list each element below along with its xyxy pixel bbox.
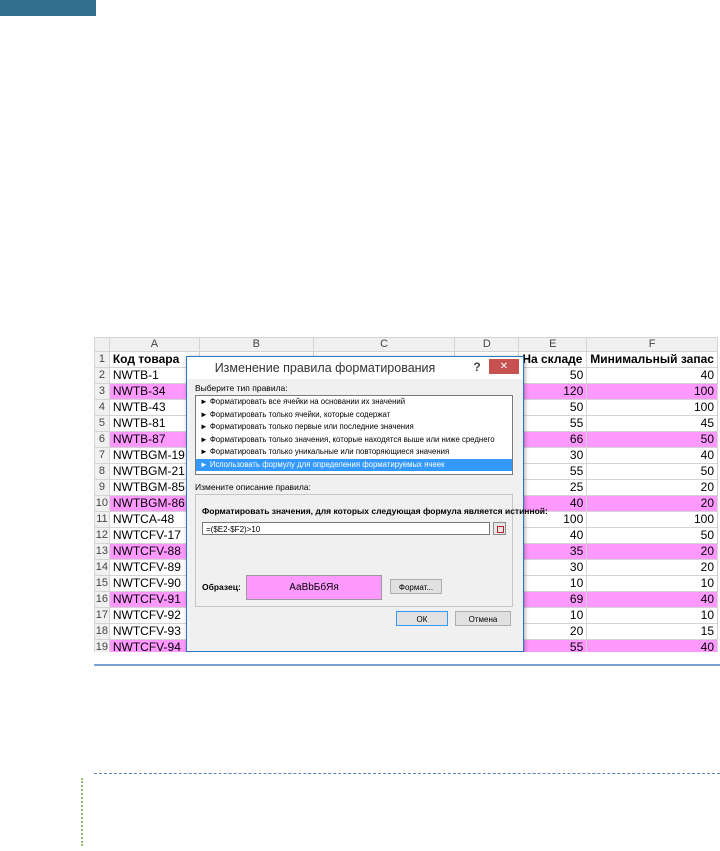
formula-label: Форматировать значения, для которых след…: [202, 506, 548, 516]
rule-type-item[interactable]: ► Форматировать все ячейки на основании …: [196, 396, 512, 409]
cell-e[interactable]: 30: [518, 559, 588, 576]
row-header[interactable]: 11: [94, 511, 110, 528]
column-header[interactable]: B: [198, 337, 314, 352]
excel-screenshot: A B C D E F 1 Код товара На складе Минимальный за…: [94, 337, 718, 652]
cell-f[interactable]: 20: [586, 495, 718, 512]
rule-type-item[interactable]: ► Форматировать только значения, которые…: [196, 434, 512, 447]
cell-f[interactable]: 50: [586, 431, 718, 448]
cell-e[interactable]: 66: [518, 431, 588, 448]
cell-e[interactable]: 120: [518, 383, 588, 400]
column-header[interactable]: A: [108, 337, 200, 352]
cell-e[interactable]: 20: [518, 623, 588, 640]
cell-e[interactable]: 55: [518, 639, 588, 652]
dashed-divider: [94, 773, 720, 774]
row-header[interactable]: 14: [94, 559, 110, 576]
rule-description-group: Форматировать значения, для которых след…: [195, 494, 548, 607]
cell-f[interactable]: 15: [586, 623, 718, 640]
cell-f[interactable]: 45: [586, 415, 718, 432]
cell-f[interactable]: 50: [586, 527, 718, 544]
rule-type-list[interactable]: ► Форматировать все ячейки на основании …: [195, 395, 513, 475]
cell-e[interactable]: 55: [518, 463, 588, 480]
row-header[interactable]: 15: [94, 575, 110, 592]
cell-f[interactable]: 20: [586, 543, 718, 560]
cell-e[interactable]: 69: [518, 591, 588, 608]
cell-e[interactable]: 40: [518, 527, 588, 544]
column-header[interactable]: F: [586, 337, 718, 352]
cell-e[interactable]: 10: [518, 575, 588, 592]
row-header[interactable]: 4: [94, 399, 110, 416]
cell-f[interactable]: 10: [586, 607, 718, 624]
section-divider: [94, 664, 720, 666]
row-header[interactable]: 7: [94, 447, 110, 464]
cell-e[interactable]: 55: [518, 415, 588, 432]
cell-e[interactable]: 35: [518, 543, 588, 560]
sample-label: Образец:: [202, 582, 241, 592]
cell-e[interactable]: 50: [518, 367, 588, 384]
cell-f[interactable]: 100: [586, 399, 718, 416]
cancel-button[interactable]: Отмена: [455, 611, 511, 626]
row-header[interactable]: 12: [94, 527, 110, 544]
row-header[interactable]: 8: [94, 463, 110, 480]
row-header[interactable]: 18: [94, 623, 110, 640]
column-header[interactable]: D: [454, 337, 520, 352]
row-header[interactable]: 19: [94, 639, 110, 652]
help-button[interactable]: ?: [469, 359, 485, 375]
row-header[interactable]: 10: [94, 495, 110, 512]
ok-button[interactable]: ОК: [396, 611, 448, 626]
row-header[interactable]: 3: [94, 383, 110, 400]
close-button[interactable]: ✕: [489, 359, 519, 374]
cell-f[interactable]: 20: [586, 479, 718, 496]
cell-f[interactable]: 40: [586, 639, 718, 652]
edit-description-label: Измените описание правила:: [195, 482, 311, 492]
column-header[interactable]: C: [312, 337, 456, 352]
select-rule-type-label: Выберите тип правила:: [195, 383, 288, 393]
collapse-dialog-icon[interactable]: [493, 522, 506, 535]
row-header[interactable]: 13: [94, 543, 110, 560]
row-header[interactable]: 17: [94, 607, 110, 624]
margin-dotted-line: [81, 778, 86, 846]
rule-type-item[interactable]: ► Использовать формулу для определения ф…: [196, 458, 512, 471]
row-header[interactable]: 1: [94, 351, 110, 368]
dialog-titlebar: Изменение правила форматирования ? ✕: [187, 357, 523, 379]
row-header[interactable]: 6: [94, 431, 110, 448]
cell-f[interactable]: 50: [586, 463, 718, 480]
rule-type-item[interactable]: ► Форматировать только уникальные или по…: [196, 446, 512, 459]
cell-e[interactable]: 30: [518, 447, 588, 464]
row-header[interactable]: 2: [94, 367, 110, 384]
column-header-row: ABCDEF: [94, 337, 718, 352]
cell-e[interactable]: На складе: [518, 351, 588, 368]
cell-f[interactable]: 10: [586, 575, 718, 592]
row-header[interactable]: 16: [94, 591, 110, 608]
format-preview: АаBbБбЯя: [246, 575, 382, 600]
row-header[interactable]: 9: [94, 479, 110, 496]
cell-f[interactable]: 40: [586, 367, 718, 384]
format-button[interactable]: Формат...: [390, 579, 442, 594]
cell-f[interactable]: 40: [586, 591, 718, 608]
cell-f[interactable]: 100: [586, 511, 718, 528]
row-header[interactable]: 5: [94, 415, 110, 432]
dialog-title: Изменение правила форматирования: [214, 361, 436, 375]
select-all-corner[interactable]: [94, 337, 110, 352]
edit-formatting-rule-dialog: Изменение правила форматирования ? ✕ Выб…: [186, 356, 548, 652]
cell-f[interactable]: Минимальный запас: [586, 351, 718, 368]
formula-input[interactable]: =($E2-$F2)>10: [202, 522, 490, 535]
column-header[interactable]: E: [518, 337, 588, 352]
rule-type-item[interactable]: ► Форматировать только ячейки, которые с…: [196, 409, 512, 422]
rule-type-item[interactable]: ► Форматировать только первые или послед…: [196, 421, 512, 434]
cell-e[interactable]: 50: [518, 399, 588, 416]
cell-e[interactable]: 25: [518, 479, 588, 496]
cell-f[interactable]: 20: [586, 559, 718, 576]
page-corner-block: [0, 0, 96, 16]
cell-f[interactable]: 100: [586, 383, 718, 400]
cell-f[interactable]: 40: [586, 447, 718, 464]
cell-e[interactable]: 10: [518, 607, 588, 624]
